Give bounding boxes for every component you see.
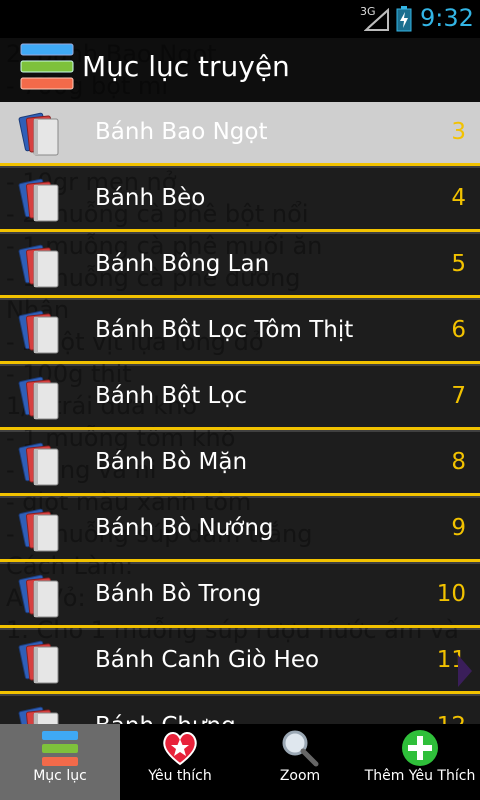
toc-list-item[interactable]: Bánh Bao Ngọt 3	[0, 102, 480, 166]
bottom-tab-bar: Mục lục Yêu thích Zoom Thêm Yêu Thích	[0, 724, 480, 800]
toc-item-title: Bánh Chưng	[95, 713, 236, 724]
tab-label: Thêm Yêu Thích	[364, 768, 476, 784]
status-bar: 3G 9:32	[0, 0, 480, 38]
toc-item-page-number: 4	[451, 185, 466, 211]
toc-item-title: Bánh Bò Trong	[95, 581, 262, 607]
book-icon	[16, 175, 66, 225]
toc-list-item[interactable]: Bánh Canh Giò Heo 11	[0, 630, 480, 694]
row-divider	[0, 691, 480, 694]
toc-list-item[interactable]: Bánh Bò Mặn 8	[0, 432, 480, 496]
toc-list-item[interactable]: Bánh Bèo 4	[0, 168, 480, 232]
toc-item-title: Bánh Canh Giò Heo	[95, 647, 320, 673]
toc-list[interactable]: Bánh Bao Ngọt 3 Bánh Bèo 4 Bánh Bông Lan 5 Bán…	[0, 102, 480, 724]
next-page-arrow-icon[interactable]	[458, 655, 472, 687]
toc-item-page-number: 3	[451, 119, 466, 145]
row-divider	[0, 361, 480, 364]
tab-label: Mục lục	[33, 768, 87, 784]
row-divider	[0, 493, 480, 496]
list-icon	[42, 731, 78, 766]
toc-list-item[interactable]: Bánh Bông Lan 5	[0, 234, 480, 298]
book-icon	[16, 439, 66, 489]
toc-item-title: Bánh Bột Lọc	[95, 383, 248, 409]
toc-item-page-number: 12	[437, 713, 466, 724]
clock-time: 9:32	[420, 4, 474, 32]
tab-zoom[interactable]: Zoom	[240, 724, 360, 800]
row-divider	[0, 229, 480, 232]
toc-item-page-number: 7	[451, 383, 466, 409]
toc-item-page-number: 6	[451, 317, 466, 343]
tab-label: Yêu thích	[148, 768, 212, 784]
page-title: Mục lục truyện	[82, 50, 290, 83]
toc-item-title: Bánh Bột Lọc Tôm Thịt	[95, 317, 354, 343]
toc-list-item[interactable]: Bánh Bột Lọc 7	[0, 366, 480, 430]
toc-item-title: Bánh Bèo	[95, 185, 206, 211]
toc-item-title: Bánh Bao Ngọt	[95, 119, 268, 145]
tab-add-favorite[interactable]: Thêm Yêu Thích	[360, 724, 480, 800]
book-icon	[16, 703, 66, 724]
book-icon	[16, 571, 66, 621]
toc-list-item[interactable]: Bánh Bò Nướng 9	[0, 498, 480, 562]
toc-item-page-number: 10	[436, 581, 466, 607]
signal-icon	[364, 8, 389, 31]
toc-list-item[interactable]: Bánh Bò Trong 10	[0, 564, 480, 628]
add-plus-icon	[402, 730, 438, 766]
book-icon	[16, 505, 66, 555]
toc-list-item[interactable]: Bánh Chưng 12	[0, 696, 480, 724]
book-icon	[16, 241, 66, 291]
book-icon	[16, 109, 66, 159]
favorite-heart-icon	[163, 732, 197, 766]
tab-table-of-contents[interactable]: Mục lục	[0, 724, 120, 800]
toc-list-item[interactable]: Bánh Bột Lọc Tôm Thịt 6	[0, 300, 480, 364]
tab-favorites[interactable]: Yêu thích	[120, 724, 240, 800]
tab-label: Zoom	[279, 768, 321, 784]
toc-item-page-number: 5	[451, 251, 466, 277]
toc-item-page-number: 9	[451, 515, 466, 541]
toc-item-title: Bánh Bò Mặn	[95, 449, 248, 475]
row-divider	[0, 295, 480, 298]
book-icon	[16, 307, 66, 357]
row-divider	[0, 427, 480, 430]
battery-charging-icon	[396, 6, 412, 32]
toc-item-title: Bánh Bò Nướng	[95, 515, 274, 541]
row-divider	[0, 163, 480, 166]
magnifier-icon	[282, 730, 319, 767]
row-divider	[0, 625, 480, 628]
row-divider	[0, 559, 480, 562]
list-app-icon	[20, 43, 74, 90]
book-icon	[16, 637, 66, 687]
book-icon	[16, 373, 66, 423]
toc-item-title: Bánh Bông Lan	[95, 251, 270, 277]
toc-item-page-number: 8	[451, 449, 466, 475]
